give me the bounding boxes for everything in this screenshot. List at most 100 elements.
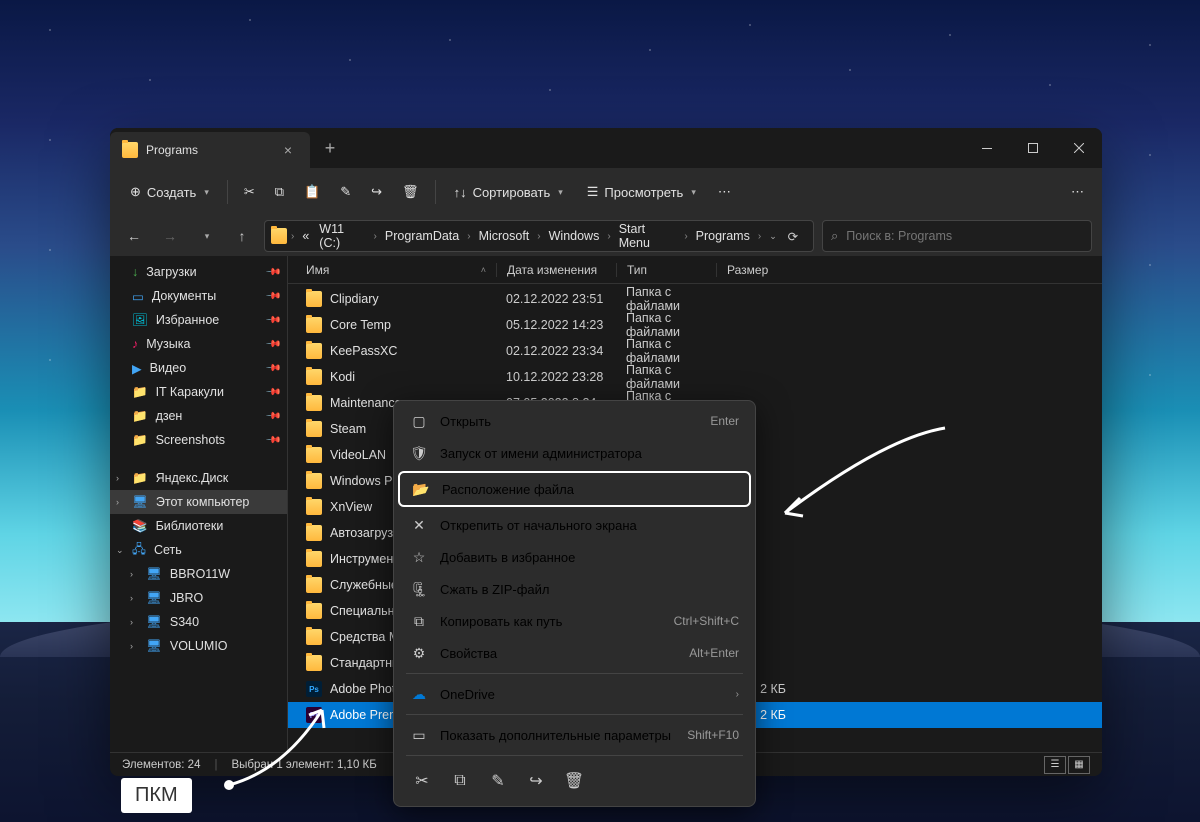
file-row[interactable]: KeePassXC02.12.2022 23:34Папка с файлами	[288, 338, 1102, 364]
file-row[interactable]: Kodi10.12.2022 23:28Папка с файлами	[288, 364, 1102, 390]
maximize-button[interactable]	[1010, 128, 1056, 168]
file-name: Clipdiary	[330, 292, 379, 306]
chevron-down-icon[interactable]: ⌄	[769, 231, 777, 242]
sidebar-quick-item[interactable]: ▶Видео📌	[110, 356, 287, 380]
more-button[interactable]: ⋯	[710, 178, 739, 206]
ctx-compress-zip[interactable]: 🗜 Сжать в ZIP-файл	[398, 573, 751, 605]
file-type: Папка с файлами	[616, 311, 716, 339]
sidebar-libraries[interactable]: 📚Библиотеки	[110, 514, 287, 538]
zip-icon: 🗜	[410, 580, 428, 598]
sidebar-network-host[interactable]: ›🖥JBRO	[110, 586, 287, 610]
tab-title: Programs	[146, 143, 270, 157]
folder-icon	[306, 629, 322, 645]
file-row[interactable]: Core Temp05.12.2022 14:23Папка с файлами	[288, 312, 1102, 338]
breadcrumb-seg[interactable]: W11 (C:)	[315, 220, 369, 252]
copy-button[interactable]: ⧉	[267, 178, 292, 206]
folder-icon	[306, 369, 322, 385]
sidebar-quick-item[interactable]: ♪Музыка📌	[110, 332, 287, 356]
new-tab-button[interactable]: +	[310, 128, 350, 168]
chevron-right-icon: ›	[736, 689, 739, 700]
chevron-down-icon: ⌄	[116, 545, 124, 556]
ctx-copy[interactable]: ⧉	[444, 766, 476, 796]
pc-icon: 🖥	[146, 591, 162, 606]
view-button[interactable]: ☰ Просмотреть ▾	[577, 178, 706, 206]
ctx-onedrive[interactable]: ☁ OneDrive ›	[398, 678, 751, 710]
ctx-rename[interactable]: ✎	[482, 766, 514, 796]
col-date[interactable]: Дата изменения	[496, 263, 616, 277]
sidebar-quick-item[interactable]: ↓Загрузки📌	[110, 260, 287, 284]
sidebar-quick-item[interactable]: ▭Документы📌	[110, 284, 287, 308]
item-icon: ↓	[132, 265, 138, 279]
breadcrumb-seg[interactable]: Start Menu	[615, 220, 681, 252]
sidebar-quick-item[interactable]: 📁Screenshots📌	[110, 428, 287, 452]
item-icon: ▭	[132, 289, 144, 304]
ctx-file-location[interactable]: 📂 Расположение файла	[398, 471, 751, 507]
history-chevron[interactable]: ▾	[192, 222, 220, 250]
details-button[interactable]: ⋯	[1063, 178, 1092, 206]
disk-icon: 📁	[132, 471, 148, 486]
sidebar-this-pc[interactable]: ›🖥Этот компьютер	[110, 490, 287, 514]
col-name[interactable]: Имя˄	[296, 263, 496, 277]
sidebar-network[interactable]: ⌄🖧Сеть	[110, 538, 287, 562]
item-label: JBRO	[170, 591, 203, 605]
toolbar: ⊕ Создать ▾ ✂ ⧉ 📋 ✎ ↪ 🗑 ↑↓ Сортировать ▾…	[110, 168, 1102, 216]
item-label: Сеть	[154, 543, 182, 557]
sidebar-network-host[interactable]: ›🖥BBRO11W	[110, 562, 287, 586]
ctx-delete[interactable]: 🗑	[558, 766, 590, 796]
ctx-show-more[interactable]: ▭ Показать дополнительные параметры Shif…	[398, 719, 751, 751]
ctx-add-favorite[interactable]: ☆ Добавить в избранное	[398, 541, 751, 573]
col-size[interactable]: Размер	[716, 263, 786, 277]
sidebar-quick-item[interactable]: 🖼Избранное📌	[110, 308, 287, 332]
breadcrumb-seg[interactable]: Windows	[545, 227, 604, 245]
sidebar-yandex[interactable]: ›📁Яндекс.Диск	[110, 466, 287, 490]
col-type[interactable]: Тип	[616, 263, 716, 277]
search-box[interactable]: ⌕	[822, 220, 1092, 252]
folder-icon	[306, 317, 322, 333]
cut-button[interactable]: ✂	[236, 178, 263, 206]
tab-close-button[interactable]: ×	[278, 140, 298, 160]
breadcrumb-seg[interactable]: ProgramData	[381, 227, 463, 245]
ctx-unpin-start[interactable]: ✕ Открепить от начального экрана	[398, 509, 751, 541]
breadcrumb-seg[interactable]: Programs	[692, 227, 754, 245]
ctx-copy-path[interactable]: ⧉ Копировать как путь Ctrl+Shift+C	[398, 605, 751, 637]
item-label: VOLUMIO	[170, 639, 228, 653]
sidebar-quick-item[interactable]: 📁дзен📌	[110, 404, 287, 428]
paste-button[interactable]: 📋	[296, 178, 328, 206]
rename-button[interactable]: ✎	[332, 178, 359, 206]
item-label: дзен	[156, 409, 183, 423]
item-label: Видео	[150, 361, 187, 375]
sidebar-network-host[interactable]: ›🖥VOLUMIO	[110, 634, 287, 658]
ctx-run-admin[interactable]: 🛡 Запуск от имени администратора	[398, 437, 751, 469]
folder-icon	[306, 603, 322, 619]
pc-icon: 🖥	[132, 495, 148, 510]
sidebar-network-host[interactable]: ›🖥S340	[110, 610, 287, 634]
pin-icon: 📌	[264, 312, 281, 329]
breadcrumb[interactable]: › « W11 (C:)› ProgramData› Microsoft› Wi…	[264, 220, 814, 252]
sort-button[interactable]: ↑↓ Сортировать ▾	[444, 179, 573, 206]
ctx-open[interactable]: ▢ Открыть Enter	[398, 405, 751, 437]
ctx-properties[interactable]: ⚙ Свойства Alt+Enter	[398, 637, 751, 669]
file-row[interactable]: Clipdiary02.12.2022 23:51Папка с файлами	[288, 286, 1102, 312]
sidebar-quick-item[interactable]: 📁IT Каракули📌	[110, 380, 287, 404]
sort-asc-icon: ˄	[481, 265, 486, 275]
create-button[interactable]: ⊕ Создать ▾	[120, 178, 219, 206]
forward-button[interactable]: →	[156, 222, 184, 250]
search-input[interactable]	[846, 229, 1083, 243]
pin-icon: 📌	[264, 408, 281, 425]
delete-button[interactable]: 🗑	[394, 178, 427, 206]
breadcrumb-seg[interactable]: Microsoft	[475, 227, 534, 245]
onedrive-icon: ☁	[410, 685, 428, 703]
ctx-share[interactable]: ↪	[520, 766, 552, 796]
file-type: Папка с файлами	[616, 337, 716, 365]
share-button[interactable]: ↪	[363, 178, 390, 206]
close-button[interactable]	[1056, 128, 1102, 168]
view-tiles-button[interactable]: ▦	[1068, 756, 1090, 774]
tab-programs[interactable]: Programs ×	[110, 132, 310, 168]
open-icon: ▢	[410, 412, 428, 430]
refresh-button[interactable]: ⟳	[779, 229, 807, 244]
ctx-cut[interactable]: ✂	[406, 766, 438, 796]
minimize-button[interactable]	[964, 128, 1010, 168]
view-details-button[interactable]: ☰	[1044, 756, 1066, 774]
back-button[interactable]: ←	[120, 222, 148, 250]
up-button[interactable]: ↑	[228, 222, 256, 250]
